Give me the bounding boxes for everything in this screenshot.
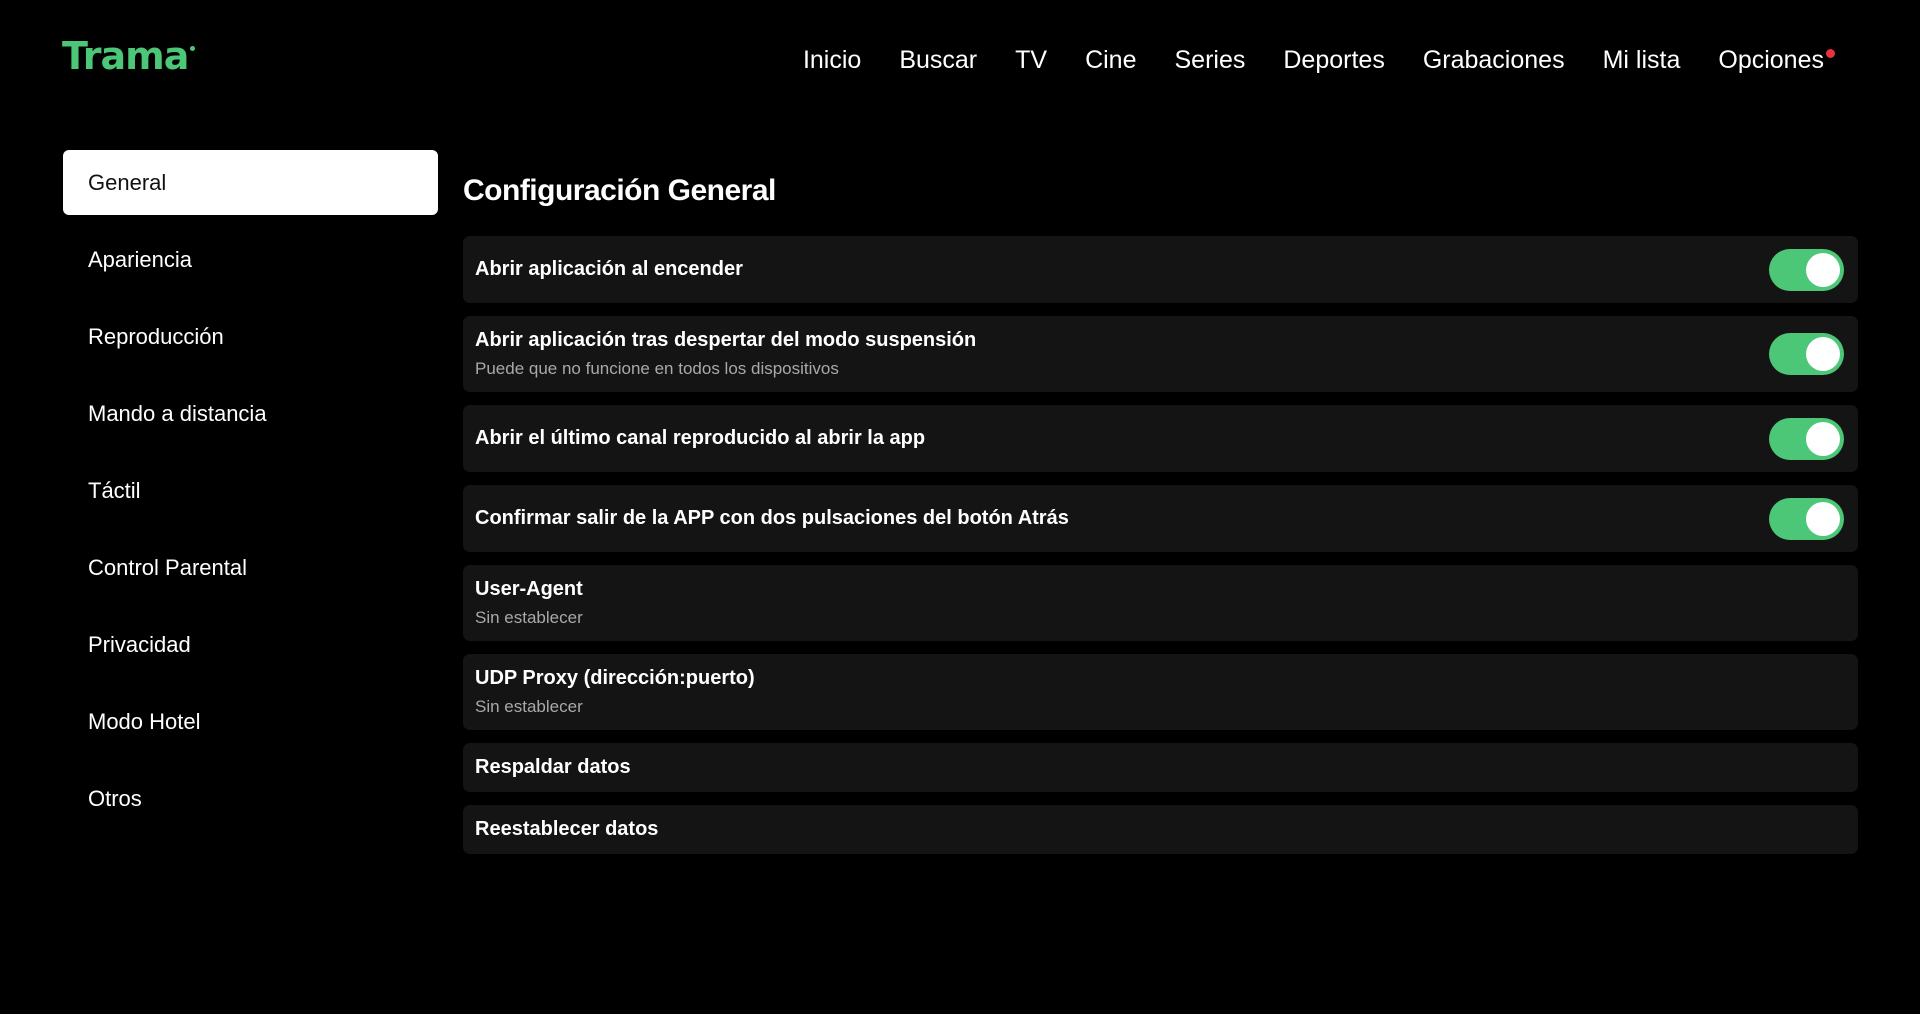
nav-item-tv[interactable]: TV — [1015, 46, 1047, 75]
backup-data-button[interactable]: Respaldar datos — [463, 743, 1858, 792]
setting-label: User-Agent — [475, 578, 583, 600]
settings-panel: Configuración General Abrir aplicación a… — [463, 170, 1858, 867]
setting-text: User-Agent Sin establecer — [475, 578, 583, 628]
setting-text: Confirmar salir de la APP con dos pulsac… — [475, 507, 1069, 530]
sidebar-item-tactil[interactable]: Táctil — [63, 458, 438, 523]
page-title: Configuración General — [463, 174, 776, 207]
setting-description: Puede que no funcione en todos los dispo… — [475, 359, 839, 378]
toggle-knob — [1806, 421, 1840, 456]
toggle-knob — [1806, 501, 1840, 536]
setting-label: UDP Proxy (dirección:puerto) — [475, 667, 755, 689]
setting-value: Sin establecer — [475, 697, 583, 716]
sidebar-item-reproduccion[interactable]: Reproducción — [63, 304, 438, 369]
sidebar-item-otros[interactable]: Otros — [63, 766, 438, 831]
top-nav: Inicio Buscar TV Cine Series Deportes Gr… — [803, 46, 1835, 75]
nav-item-cine[interactable]: Cine — [1085, 46, 1136, 75]
setting-open-after-sleep[interactable]: Abrir aplicación tras despertar del modo… — [463, 316, 1858, 392]
toggle-knob — [1806, 337, 1840, 371]
setting-text: Abrir aplicación tras despertar del modo… — [475, 329, 976, 379]
setting-user-agent[interactable]: User-Agent Sin establecer — [463, 565, 1858, 641]
setting-text: Reestablecer datos — [475, 818, 658, 841]
toggle-knob — [1806, 252, 1840, 287]
logo-text: Trama — [62, 34, 189, 78]
settings-sidebar: General Apariencia Reproducción Mando a … — [63, 150, 438, 843]
sidebar-item-general[interactable]: General — [63, 150, 438, 215]
setting-label: Reestablecer datos — [475, 818, 659, 840]
setting-udp-proxy[interactable]: UDP Proxy (dirección:puerto) Sin estable… — [463, 654, 1858, 730]
setting-label: Abrir aplicación al encender — [475, 258, 743, 280]
setting-text: Abrir aplicación al encender — [475, 258, 743, 281]
logo-dot — [190, 46, 196, 51]
nav-item-grabaciones[interactable]: Grabaciones — [1423, 46, 1565, 75]
open-last-channel-toggle[interactable] — [1769, 417, 1844, 460]
setting-open-on-boot[interactable]: Abrir aplicación al encender — [463, 236, 1858, 303]
nav-item-opciones-label: Opciones — [1718, 46, 1824, 74]
app-logo[interactable]: Trama — [62, 34, 196, 78]
setting-label: Confirmar salir de la APP con dos pulsac… — [475, 507, 1069, 529]
nav-item-buscar[interactable]: Buscar — [899, 46, 977, 75]
sidebar-item-mando-a-distancia[interactable]: Mando a distancia — [63, 381, 438, 446]
setting-label: Respaldar datos — [475, 756, 631, 778]
notification-dot-icon — [1826, 49, 1835, 58]
setting-confirm-exit[interactable]: Confirmar salir de la APP con dos pulsac… — [463, 485, 1858, 552]
setting-label: Abrir aplicación tras despertar del modo… — [475, 329, 977, 351]
open-on-boot-toggle[interactable] — [1769, 248, 1844, 291]
sidebar-item-modo-hotel[interactable]: Modo Hotel — [63, 689, 438, 754]
setting-label: Abrir el último canal reproducido al abr… — [475, 427, 926, 449]
sidebar-item-apariencia[interactable]: Apariencia — [63, 227, 438, 292]
nav-item-inicio[interactable]: Inicio — [803, 46, 861, 75]
setting-open-last-channel[interactable]: Abrir el último canal reproducido al abr… — [463, 405, 1858, 472]
restore-data-button[interactable]: Reestablecer datos — [463, 805, 1858, 854]
nav-item-deportes[interactable]: Deportes — [1283, 46, 1384, 75]
confirm-exit-toggle[interactable] — [1769, 497, 1844, 540]
sidebar-item-control-parental[interactable]: Control Parental — [63, 535, 438, 600]
sidebar-item-privacidad[interactable]: Privacidad — [63, 612, 438, 677]
nav-item-opciones[interactable]: Opciones — [1718, 46, 1835, 75]
nav-item-series[interactable]: Series — [1175, 46, 1246, 75]
nav-item-mi-lista[interactable]: Mi lista — [1603, 46, 1681, 75]
setting-text: UDP Proxy (dirección:puerto) Sin estable… — [475, 667, 755, 717]
setting-text: Respaldar datos — [475, 756, 631, 779]
open-after-sleep-toggle[interactable] — [1769, 333, 1844, 375]
setting-text: Abrir el último canal reproducido al abr… — [475, 427, 925, 450]
setting-value: Sin establecer — [475, 608, 583, 627]
